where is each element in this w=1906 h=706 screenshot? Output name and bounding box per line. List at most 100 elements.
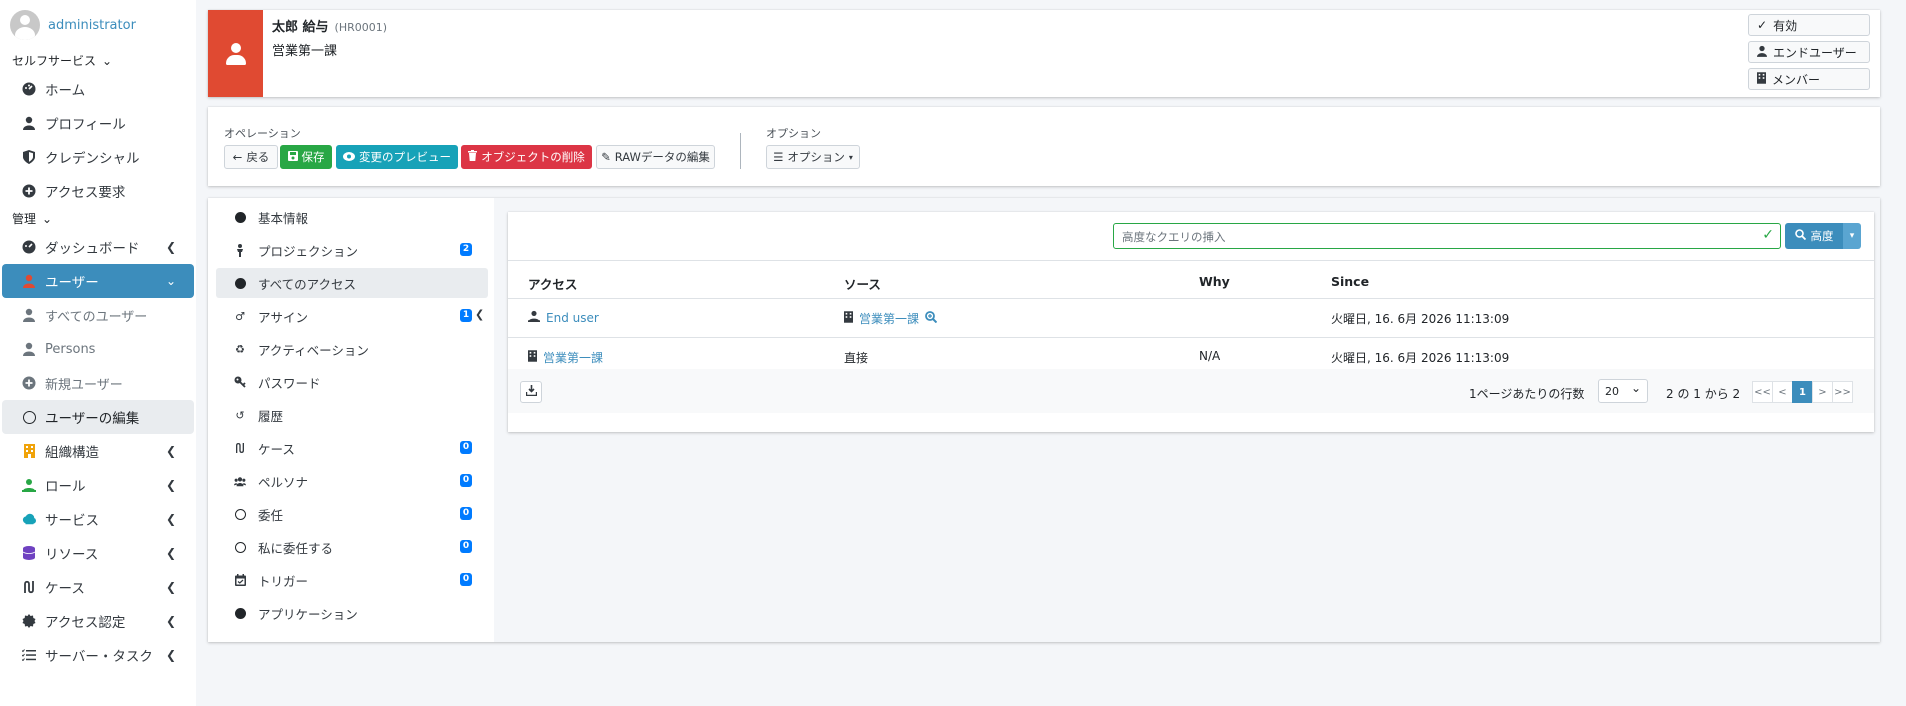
tab-projections[interactable]: プロジェクション 2 [216, 235, 488, 265]
source-link[interactable]: 営業第一課 [859, 310, 919, 327]
user-type-icon [208, 10, 263, 97]
tab-delegations[interactable]: 委任 0 [216, 499, 488, 529]
advanced-search-button[interactable]: 高度 [1785, 223, 1843, 249]
column-header-since[interactable]: Since [1331, 274, 1369, 289]
sidebar-item-roles[interactable]: ロール ❮ [2, 468, 194, 502]
table-cell-why: N/A [1199, 349, 1221, 363]
query-placeholder: 高度なクエリの挿入 [1122, 230, 1226, 244]
tag-label: メンバー [1772, 72, 1821, 87]
sidebar-item-home[interactable]: ホーム [2, 72, 194, 106]
sidebar-item-credentials[interactable]: クレデンシャル [2, 140, 194, 174]
tab-assignments[interactable]: ♂ アサイン 1 ❮ [216, 301, 488, 331]
tab-triggers[interactable]: トリガー 0 [216, 565, 488, 595]
column-header-why[interactable]: Why [1199, 274, 1230, 289]
sidebar-item-profile[interactable]: プロフィール [2, 106, 194, 140]
tab-all-access[interactable]: すべてのアクセス [216, 268, 488, 298]
calendar-icon [234, 574, 246, 586]
sidebar-item-access-certification[interactable]: アクセス認定 ❮ [2, 604, 194, 638]
button-label: RAWデータの編集 [614, 150, 710, 164]
route-icon [234, 442, 246, 454]
column-header-access[interactable]: アクセス [528, 274, 577, 293]
operations-panel: オペレーション ← 戻る 保存 変更のプレビュー オブジェクトの削除 ✎ RAWデー… [208, 107, 1880, 186]
rows-per-page-select[interactable]: 20 [1598, 379, 1648, 403]
access-link[interactable]: End user [546, 311, 599, 325]
back-button[interactable]: ← 戻る [224, 145, 278, 169]
sidebar-item-label: ダッシュボード [45, 241, 140, 257]
plus-circle-icon [22, 184, 36, 198]
caret-down-icon: ▾ [1849, 231, 1855, 241]
sidebar-item-edit-user[interactable]: ユーザーの編集 [2, 400, 194, 434]
chevron-down-icon: ⌄ [165, 274, 176, 288]
tab-label: トリガー [258, 573, 309, 589]
sidebar-item-services[interactable]: サービス ❮ [2, 502, 194, 536]
table-cell-source[interactable]: 営業第一課 [844, 310, 938, 327]
divider [740, 133, 741, 169]
search-plus-icon[interactable] [925, 311, 938, 326]
sidebar-item-label: アクセス要求 [45, 185, 126, 201]
page-next-button[interactable]: > [1812, 381, 1833, 403]
column-header-source[interactable]: ソース [844, 274, 881, 293]
sidebar-item-label: すべてのユーザー [45, 309, 148, 325]
avatar [10, 10, 40, 40]
search-icon [1794, 229, 1806, 243]
check-icon: ✓ [1762, 227, 1774, 243]
page-last-button[interactable]: >> [1832, 381, 1853, 403]
sidebar-item-label: ホーム [45, 83, 86, 99]
route-icon [22, 580, 36, 594]
count-badge: 0 [460, 441, 472, 454]
button-label: オプション [787, 150, 845, 164]
sidebar-item-label: 組織構造 [45, 445, 99, 461]
sidebar-item-label: Persons [45, 341, 96, 357]
chevron-down-icon: ⌄ [102, 54, 113, 68]
preview-changes-button[interactable]: 変更のプレビュー [336, 145, 458, 169]
tab-history[interactable]: ↺ 履歴 [216, 400, 488, 430]
sidebar-item-label: アクセス認定 [45, 615, 126, 631]
sidebar-item-resources[interactable]: リソース ❮ [2, 536, 194, 570]
tab-activation[interactable]: ♻ アクティベーション [216, 334, 488, 364]
username-link[interactable]: administrator [48, 18, 136, 33]
arrow-left-icon: ← [232, 150, 243, 164]
user-display-name: 太郎 給与 (HR0001) [272, 16, 387, 35]
table-cell-access[interactable]: End user [528, 310, 599, 325]
page-prev-button[interactable]: < [1772, 381, 1793, 403]
tab-password[interactable]: パスワード [216, 367, 488, 397]
tab-content: 高度なクエリの挿入 ✓ 高度 ▾ アクセス ソース Why Since End … [494, 198, 1880, 642]
user-icon [22, 274, 36, 288]
nav-header-admin[interactable]: 管理 ⌄ [0, 208, 196, 230]
page-1-button[interactable]: 1 [1792, 381, 1813, 403]
sidebar-item-users[interactable]: ユーザー ⌄ [2, 264, 194, 298]
sidebar-item-dashboard[interactable]: ダッシュボード ❮ [2, 230, 194, 264]
cloud-icon [22, 512, 36, 526]
sidebar-item-label: サーバー・タスク [45, 649, 153, 665]
sidebar-item-access-request[interactable]: アクセス要求 [2, 174, 194, 208]
tab-label: 基本情報 [258, 210, 309, 226]
tab-cases[interactable]: ケース 0 [216, 433, 488, 463]
tab-basic[interactable]: 基本情報 [216, 202, 488, 232]
search-mode-dropdown[interactable]: ▾ [1843, 223, 1861, 249]
table-cell-access[interactable]: 営業第一課 [528, 349, 603, 366]
nav-header-selfservice[interactable]: セルフサービス ⌄ [0, 50, 196, 72]
sidebar-item-all-users[interactable]: すべてのユーザー [2, 298, 194, 332]
tab-delegated-to-me[interactable]: 私に委任する 0 [216, 532, 488, 562]
sidebar-item-label: ロール [45, 479, 86, 495]
sidebar-item-label: ユーザー [45, 275, 99, 291]
sidebar-item-org-structure[interactable]: 組織構造 ❮ [2, 434, 194, 468]
access-link[interactable]: 営業第一課 [543, 349, 603, 366]
chevron-left-icon: ❮ [165, 546, 176, 560]
tab-list: 基本情報 プロジェクション 2 すべてのアクセス ♂ アサイン 1 ❮ ♻ アク… [208, 198, 494, 642]
sidebar-item-server-tasks[interactable]: サーバー・タスク ❮ [2, 638, 194, 672]
sidebar-item-cases[interactable]: ケース ❮ [2, 570, 194, 604]
tab-personas[interactable]: ペルソナ 0 [216, 466, 488, 496]
user-panel[interactable]: administrator [0, 0, 196, 50]
options-dropdown[interactable]: ☰ オプション ▾ [766, 145, 860, 169]
edit-raw-button[interactable]: ✎ RAWデータの編集 [596, 145, 715, 169]
tab-applications[interactable]: アプリケーション [216, 598, 488, 628]
select-value: 20 [1605, 385, 1619, 398]
download-button[interactable] [520, 381, 542, 403]
advanced-query-input[interactable]: 高度なクエリの挿入 ✓ [1113, 223, 1781, 249]
save-button[interactable]: 保存 [280, 145, 332, 169]
sidebar-item-new-user[interactable]: 新規ユーザー [2, 366, 194, 400]
page-first-button[interactable]: << [1752, 381, 1773, 403]
sidebar-item-persons[interactable]: Persons [2, 332, 194, 366]
delete-object-button[interactable]: オブジェクトの削除 [461, 145, 592, 169]
